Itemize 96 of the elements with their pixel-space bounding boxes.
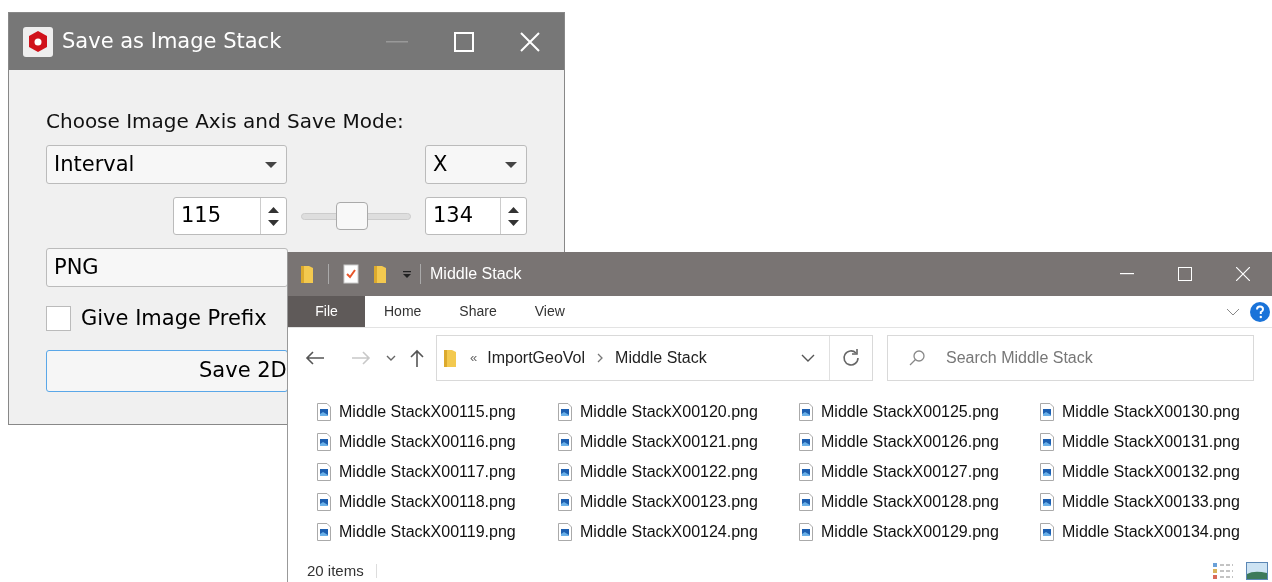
image-file-icon[interactable] — [558, 433, 572, 451]
image-file-icon[interactable] — [799, 403, 813, 421]
file-name[interactable]: Middle StackX00124.png — [580, 520, 758, 544]
mode-dropdown[interactable]: Interval — [46, 145, 287, 184]
image-file-icon[interactable] — [1040, 433, 1054, 451]
file-name[interactable]: Middle StackX00132.png — [1062, 460, 1240, 484]
search-field[interactable]: Search Middle Stack — [887, 335, 1254, 381]
image-file-icon[interactable] — [1040, 463, 1054, 481]
image-file-icon[interactable] — [1040, 493, 1054, 511]
search-icon — [909, 350, 925, 366]
file-name[interactable]: Middle StackX00129.png — [821, 520, 999, 544]
breadcrumb-overflow[interactable]: « — [470, 348, 478, 368]
file-name[interactable]: Middle StackX00116.png — [339, 430, 516, 454]
down-arrow-icon[interactable] — [508, 219, 519, 226]
file-name[interactable]: Middle StackX00123.png — [580, 490, 758, 514]
file-name[interactable]: Middle StackX00134.png — [1062, 520, 1240, 544]
minimize-icon[interactable] — [1120, 273, 1134, 275]
breadcrumb-item[interactable]: ImportGeoVol — [487, 346, 586, 370]
file-name[interactable]: Middle StackX00117.png — [339, 460, 516, 484]
status-text: 20 items — [307, 560, 364, 581]
details-view-icon[interactable] — [1212, 562, 1234, 580]
axis-dropdown[interactable]: X — [425, 145, 527, 184]
end-spinbox[interactable]: 134 — [425, 197, 527, 235]
image-file-icon[interactable] — [558, 523, 572, 541]
properties-icon[interactable] — [343, 264, 359, 284]
thumbnail-view-icon[interactable] — [1246, 562, 1268, 580]
window-title: Save as Image Stack — [62, 27, 282, 55]
file-name[interactable]: Middle StackX00119.png — [339, 520, 516, 544]
address-bar[interactable]: « ImportGeoVol Middle Stack — [436, 335, 873, 381]
close-icon[interactable] — [520, 31, 540, 52]
ribbon-tab[interactable]: Home — [365, 296, 441, 327]
image-file-icon[interactable] — [317, 523, 331, 541]
maximize-icon[interactable] — [454, 31, 474, 52]
maximize-icon[interactable] — [1178, 267, 1192, 281]
image-file-icon[interactable] — [317, 463, 331, 481]
image-file-icon[interactable] — [317, 433, 331, 451]
save-button[interactable]: Save 2D — [46, 349, 288, 392]
image-file-icon[interactable] — [799, 523, 813, 541]
help-icon[interactable] — [1250, 301, 1270, 322]
up-arrow-icon[interactable] — [508, 206, 519, 213]
file-name[interactable]: Middle StackX00128.png — [821, 490, 999, 514]
checkbox[interactable] — [46, 306, 71, 332]
spinbox-value: 115 — [180, 202, 222, 230]
image-file-icon[interactable] — [558, 403, 572, 421]
image-file-icon[interactable] — [317, 493, 331, 511]
chevron-down-icon[interactable] — [801, 354, 815, 362]
file-name[interactable]: Middle StackX00120.png — [580, 400, 758, 424]
image-file-icon[interactable] — [799, 493, 813, 511]
chevron-down-icon[interactable] — [1226, 307, 1240, 316]
range-slider[interactable] — [301, 202, 411, 230]
dropdown-value: PNG — [54, 253, 99, 281]
image-file-icon[interactable] — [317, 403, 331, 421]
chevron-down-icon[interactable] — [386, 355, 396, 361]
spinbox-value: 134 — [432, 202, 474, 230]
ribbon-tab[interactable]: Share — [440, 296, 516, 327]
file-name[interactable]: Middle StackX00130.png — [1062, 400, 1240, 424]
back-arrow-icon[interactable] — [305, 351, 325, 365]
image-file-icon[interactable] — [558, 463, 572, 481]
file-name[interactable]: Middle StackX00122.png — [580, 460, 758, 484]
folder-icon[interactable] — [373, 264, 387, 284]
caret-icon — [265, 161, 277, 168]
refresh-icon[interactable] — [842, 349, 860, 367]
file-name[interactable]: Middle StackX00131.png — [1062, 430, 1240, 454]
prompt-label: Choose Image Axis and Save Mode: — [46, 108, 405, 134]
close-icon[interactable] — [1236, 267, 1250, 281]
file-name[interactable]: Middle StackX00121.png — [580, 430, 758, 454]
dropdown-value: X — [433, 150, 448, 178]
image-file-icon[interactable] — [799, 433, 813, 451]
slider-thumb[interactable] — [336, 202, 369, 230]
file-name[interactable]: Middle StackX00118.png — [339, 490, 516, 514]
file-name[interactable]: Middle StackX00115.png — [339, 400, 516, 424]
file-name[interactable]: Middle StackX00127.png — [821, 460, 999, 484]
breadcrumb-item[interactable]: Middle Stack — [615, 346, 707, 370]
checkbox-label: Give Image Prefix — [81, 305, 267, 332]
dropdown-icon[interactable] — [403, 270, 411, 278]
down-arrow-icon[interactable] — [268, 219, 279, 226]
dropdown-value: Interval — [54, 150, 135, 178]
image-file-icon[interactable] — [1040, 403, 1054, 421]
image-file-icon[interactable] — [1040, 523, 1054, 541]
folder-icon — [443, 348, 457, 368]
file-name[interactable]: Middle StackX00125.png — [821, 400, 999, 424]
format-dropdown[interactable]: PNG — [46, 248, 288, 287]
file-name[interactable]: Middle StackX00133.png — [1062, 490, 1240, 514]
folder-icon[interactable] — [300, 264, 314, 284]
window-title: Middle Stack — [430, 264, 522, 284]
image-file-icon[interactable] — [558, 493, 572, 511]
ribbon-tab[interactable]: File — [288, 296, 365, 327]
up-arrow-icon[interactable] — [410, 349, 424, 367]
image-file-icon[interactable] — [799, 463, 813, 481]
up-arrow-icon[interactable] — [268, 206, 279, 213]
caret-icon — [505, 161, 517, 168]
chevron-right-icon[interactable] — [597, 353, 604, 363]
app-logo-icon — [23, 26, 53, 57]
file-name[interactable]: Middle StackX00126.png — [821, 430, 999, 454]
ribbon-tab[interactable]: View — [515, 296, 584, 327]
start-spinbox[interactable]: 115 — [173, 197, 287, 235]
